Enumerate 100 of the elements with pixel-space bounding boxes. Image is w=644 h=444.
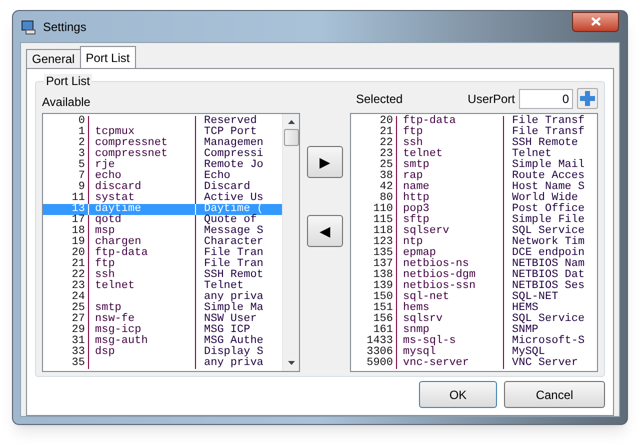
- service-description: MySQL: [512, 347, 546, 358]
- port-list[interactable]: [350, 113, 598, 372]
- list-row[interactable]: 3306 mysql MySQL: [351, 347, 597, 358]
- port-number: 1433: [366, 336, 393, 347]
- move-button[interactable]: ◀: [307, 215, 343, 247]
- list-row[interactable]: 150 sql-net SQL-NET: [351, 292, 597, 303]
- list-row[interactable]: 156 sqlsrv SQL Service: [351, 314, 597, 325]
- list-row[interactable]: 110 pop3 Post Office: [351, 204, 597, 215]
- port-number: 24: [70, 292, 85, 303]
- service-name: ms-sql-s: [403, 336, 456, 347]
- list-row[interactable]: 19 chargen Character: [43, 237, 282, 248]
- list-row[interactable]: 27 nsw-fe NSW User: [43, 314, 282, 325]
- list-row[interactable]: 118 sqlserv SQL Service: [351, 226, 597, 237]
- service-name: snmp: [403, 325, 430, 336]
- list-row[interactable]: 21 ftp File Tran: [43, 259, 282, 270]
- list-row[interactable]: 0 Reserved: [43, 116, 282, 127]
- list-row[interactable]: 42 name Host Name S: [351, 182, 597, 193]
- service-name: ftp: [95, 259, 115, 270]
- port-number: 110: [372, 204, 393, 215]
- list-row[interactable]: 20 ftp-data File Tran: [43, 248, 282, 259]
- port-number: 150: [372, 292, 393, 303]
- service-name: ftp-data: [403, 116, 456, 127]
- list-row[interactable]: 25 smtp Simple Mail: [351, 160, 597, 171]
- list-row[interactable]: 29 msg-icp MSG ICP: [43, 325, 282, 336]
- service-name: ssh: [95, 270, 115, 281]
- service-description: SSH Remote: [512, 138, 578, 149]
- service-name: http: [403, 193, 430, 204]
- service-name: name: [403, 182, 430, 193]
- service-description: Post Office: [512, 204, 585, 215]
- list-row[interactable]: 137 netbios-ns NETBIOS Nam: [351, 259, 597, 270]
- app-icon: [21, 18, 37, 34]
- dialog-button[interactable]: OK: [419, 381, 497, 408]
- port-list[interactable]: [42, 113, 300, 372]
- port-number: 137: [372, 259, 393, 270]
- list-row[interactable]: 7 echo Echo: [43, 171, 282, 182]
- tab[interactable]: General: [26, 49, 81, 68]
- user-port-field[interactable]: 0: [519, 88, 573, 108]
- list-row[interactable]: 18 msp Message S: [43, 226, 282, 237]
- list-row[interactable]: 80 http World Wide: [351, 193, 597, 204]
- list-row[interactable]: 123 ntp Network Tim: [351, 237, 597, 248]
- scroll-up-icon[interactable]: [288, 120, 294, 124]
- list-row[interactable]: 5 rje Remote Jo: [43, 160, 282, 171]
- port-number: 123: [372, 237, 393, 248]
- list-row[interactable]: 1433 ms-sql-s Microsoft-S: [351, 336, 597, 347]
- list-row[interactable]: 25 smtp Simple Ma: [43, 303, 282, 314]
- list-row[interactable]: 5900 vnc-server VNC Server: [351, 358, 597, 369]
- list-row[interactable]: 35 any priva: [43, 358, 282, 369]
- service-description: Host Name S: [512, 182, 585, 193]
- list-row[interactable]: 38 rap Route Acces: [351, 171, 597, 182]
- service-name: epmap: [403, 248, 436, 259]
- service-name: sql-net: [403, 292, 450, 303]
- list-row[interactable]: 9 discard Discard: [43, 182, 282, 193]
- service-name: smtp: [95, 303, 122, 314]
- port-number: 38: [378, 171, 393, 182]
- port-number: 7: [77, 171, 85, 182]
- service-name: tcpmux: [95, 127, 135, 138]
- list-row[interactable]: 139 netbios-ssn NETBIOS Ses: [351, 281, 597, 292]
- service-description: Remote Jo: [204, 160, 264, 171]
- list-row[interactable]: 23 telnet Telnet: [43, 281, 282, 292]
- close-button[interactable]: [572, 12, 619, 32]
- list-row[interactable]: 33 dsp Display S: [43, 347, 282, 358]
- add-button[interactable]: [577, 88, 598, 109]
- service-name: msg-auth: [95, 336, 148, 347]
- scroll-thumb[interactable]: [284, 129, 298, 146]
- list-row[interactable]: 24 any priva: [43, 292, 282, 303]
- port-number: 29: [70, 325, 85, 336]
- move-button[interactable]: ▶: [307, 146, 343, 178]
- list-row[interactable]: 2 compressnet Managemen: [43, 138, 282, 149]
- service-name: sqlsrv: [403, 314, 443, 325]
- list-row[interactable]: 22 ssh SSH Remot: [43, 270, 282, 281]
- list-row[interactable]: 22 ssh SSH Remote: [351, 138, 597, 149]
- service-description: Display S: [204, 347, 264, 358]
- service-description: Route Acces: [512, 171, 585, 182]
- port-number: 115: [372, 215, 393, 226]
- scroll-down-icon[interactable]: [288, 361, 294, 365]
- tab[interactable]: Port List: [80, 46, 136, 68]
- list-row[interactable]: 31 msg-auth MSG Authe: [43, 336, 282, 347]
- list-row[interactable]: 151 hems HEMS: [351, 303, 597, 314]
- list-row[interactable]: 11 systat Active Us: [43, 193, 282, 204]
- dialog-button[interactable]: Cancel: [504, 381, 605, 408]
- service-description: SQL Service: [512, 226, 585, 237]
- port-number: 31: [70, 336, 85, 347]
- list-row[interactable]: 3 compressnet Compressi: [43, 149, 282, 160]
- list-row[interactable]: 20 ftp-data File Transf: [351, 116, 597, 127]
- list-row[interactable]: 1 tcpmux TCP Port: [43, 127, 282, 138]
- list-row[interactable]: 21 ftp File Transf: [351, 127, 597, 138]
- service-description: Character: [204, 237, 264, 248]
- list-row[interactable]: 138 netbios-dgm NETBIOS Dat: [351, 270, 597, 281]
- port-number: 23: [378, 149, 393, 160]
- scrollbar[interactable]: [282, 114, 299, 371]
- list-row[interactable]: 135 epmap DCE endpoin: [351, 248, 597, 259]
- service-name: smtp: [403, 160, 430, 171]
- port-number: 139: [372, 281, 393, 292]
- service-name: chargen: [95, 237, 142, 248]
- service-description: SQL Service: [512, 314, 585, 325]
- list-row[interactable]: 23 telnet Telnet: [351, 149, 597, 160]
- list-row[interactable]: 161 snmp SNMP: [351, 325, 597, 336]
- list-row[interactable]: 115 sftp Simple File: [351, 215, 597, 226]
- list-row[interactable]: 17 qotd Quote of: [43, 215, 282, 226]
- service-name: compressnet: [95, 138, 168, 149]
